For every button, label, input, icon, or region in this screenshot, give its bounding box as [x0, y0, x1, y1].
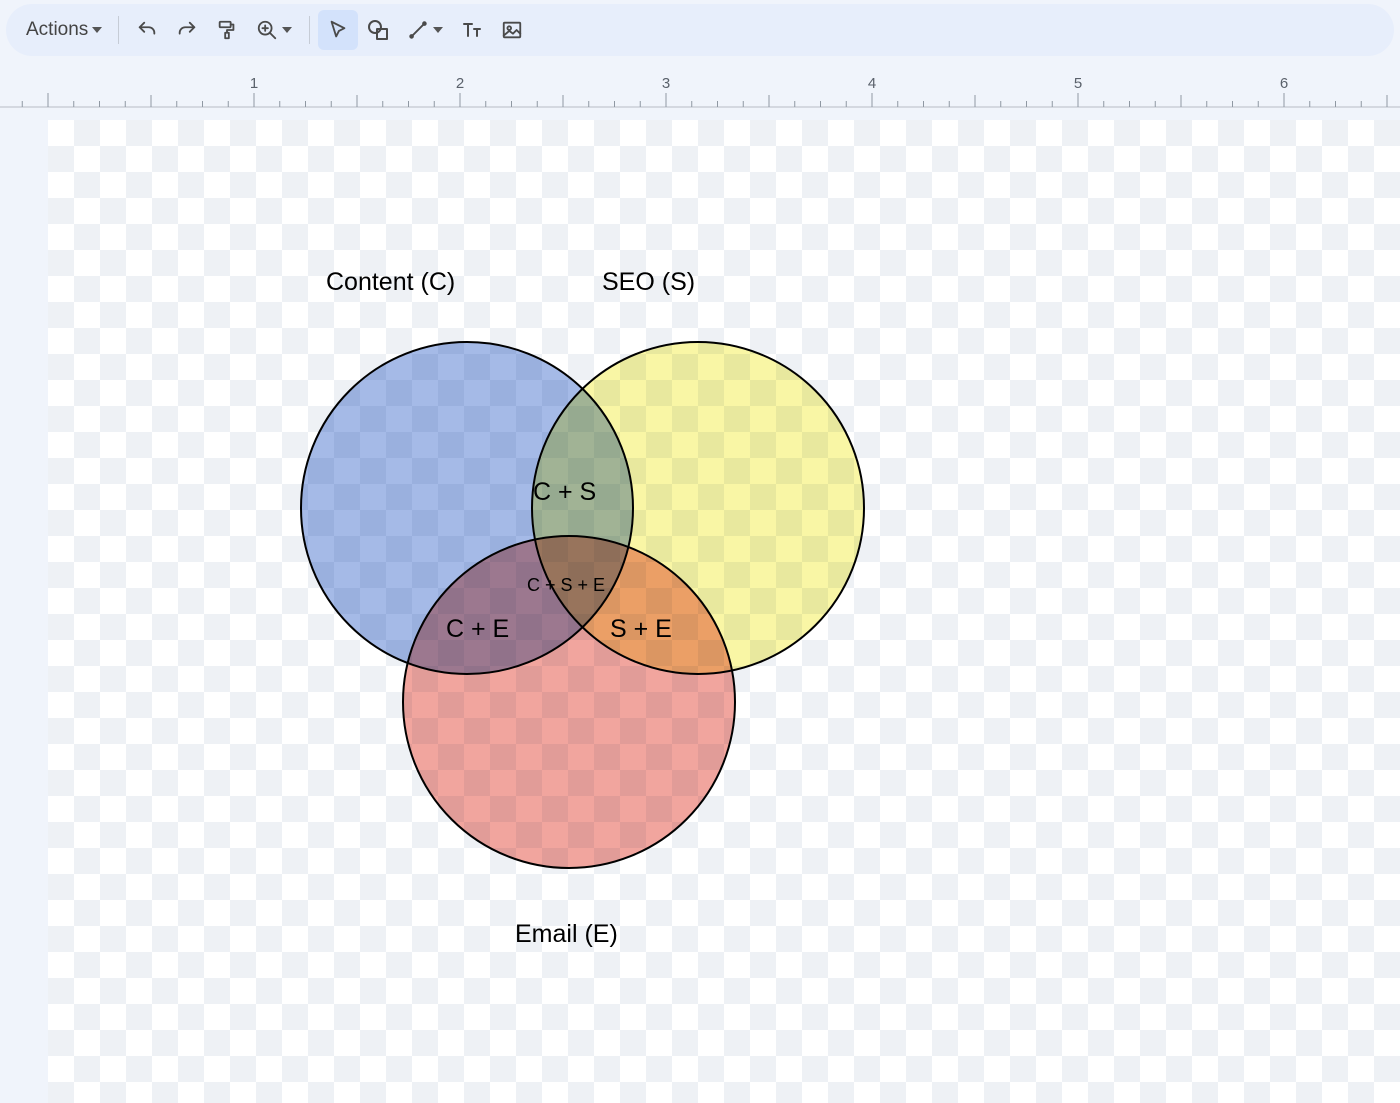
zoom-button[interactable] [247, 10, 301, 50]
horizontal-ruler: 1 2 3 4 5 6 [0, 74, 1400, 108]
select-tool-button[interactable] [318, 10, 358, 50]
ruler-number: 6 [1280, 75, 1288, 92]
venn-label-se[interactable]: S + E [610, 615, 672, 644]
toolbar: Actions [6, 4, 1394, 56]
ruler-number: 1 [250, 75, 258, 92]
toolbar-separator [309, 16, 310, 44]
zoom-icon [256, 19, 278, 41]
redo-icon [176, 19, 198, 41]
toolbar-separator [118, 16, 119, 44]
paint-roller-icon [216, 19, 238, 41]
venn-label-content[interactable]: Content (C) [326, 268, 455, 297]
venn-label-ce[interactable]: C + E [446, 615, 509, 644]
shape-icon [366, 18, 390, 42]
drawing-canvas[interactable]: Content (C) SEO (S) Email (E) C + S C + … [48, 120, 1400, 1103]
textbox-tool-button[interactable] [452, 10, 492, 50]
venn-label-email[interactable]: Email (E) [515, 920, 618, 949]
redo-button[interactable] [167, 10, 207, 50]
venn-label-cse[interactable]: C + S + E [527, 575, 605, 596]
textbox-icon [460, 18, 484, 42]
image-icon [501, 19, 523, 41]
actions-menu-label: Actions [26, 19, 88, 41]
ruler-number: 5 [1074, 75, 1082, 92]
ruler-number: 2 [456, 75, 464, 92]
actions-menu-button[interactable]: Actions [18, 10, 110, 50]
image-tool-button[interactable] [492, 10, 532, 50]
ruler-number: 3 [662, 75, 670, 92]
undo-icon [136, 19, 158, 41]
caret-down-icon [433, 27, 443, 33]
caret-down-icon [92, 27, 102, 33]
cursor-icon [327, 19, 349, 41]
paint-format-button[interactable] [207, 10, 247, 50]
line-icon [407, 19, 429, 41]
undo-button[interactable] [127, 10, 167, 50]
ruler-number: 4 [868, 75, 876, 92]
venn-label-cs[interactable]: C + S [533, 478, 596, 507]
venn-label-seo[interactable]: SEO (S) [602, 268, 695, 297]
shape-tool-button[interactable] [358, 10, 398, 50]
line-tool-button[interactable] [398, 10, 452, 50]
caret-down-icon [282, 27, 292, 33]
